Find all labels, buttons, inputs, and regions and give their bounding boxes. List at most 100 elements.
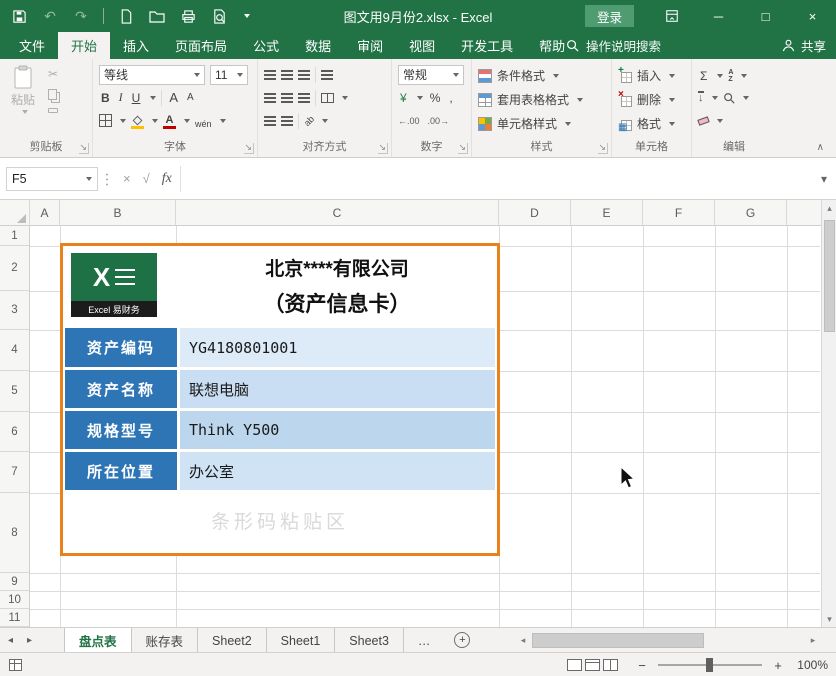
find-dropdown-icon[interactable]	[743, 96, 749, 100]
sheet-tab-sheet3[interactable]: Sheet3	[335, 628, 404, 653]
format-as-table-button[interactable]: 套用表格格式	[478, 89, 607, 110]
new-sheet-button[interactable]: +	[454, 632, 470, 648]
alignment-dialog-launcher-icon[interactable]: ↘	[378, 143, 388, 154]
font-dialog-launcher-icon[interactable]: ↘	[244, 143, 254, 154]
field-value[interactable]: 联想电脑	[180, 370, 495, 408]
tab-file[interactable]: 文件	[6, 32, 58, 59]
formula-bar-handle[interactable]	[104, 171, 109, 187]
share-button[interactable]: 共享	[782, 32, 826, 59]
underline-dropdown-icon[interactable]	[150, 96, 156, 100]
vertical-scrollbar[interactable]: ▴ ▾	[821, 200, 836, 627]
field-label[interactable]: 所在位置	[65, 452, 177, 490]
font-color-dropdown-icon[interactable]	[184, 119, 190, 123]
phonetic-dropdown-icon[interactable]	[220, 119, 226, 123]
row-header-2[interactable]: 2	[0, 246, 29, 291]
decrease-font-size-button[interactable]: A	[185, 92, 196, 103]
zoom-level[interactable]: 100%	[794, 658, 828, 672]
sheet-tab-overflow[interactable]: …	[404, 628, 445, 653]
zoom-slider-thumb[interactable]	[706, 658, 713, 672]
sheet-tab-pandianbiao[interactable]: 盘点表	[64, 628, 132, 653]
autosum-dropdown-icon[interactable]	[717, 74, 723, 78]
font-color-icon[interactable]: A	[163, 113, 176, 129]
row-header-5[interactable]: 5	[0, 371, 29, 412]
ribbon-display-options-icon[interactable]	[648, 0, 695, 32]
align-center-icon[interactable]	[281, 93, 293, 103]
sheet-tab-sheet2[interactable]: Sheet2	[198, 628, 267, 653]
field-value[interactable]: YG4180801001	[180, 328, 495, 367]
page-break-view-icon[interactable]	[603, 659, 618, 671]
merge-center-icon[interactable]	[321, 93, 334, 103]
increase-font-size-button[interactable]: A	[167, 90, 180, 105]
conditional-formatting-button[interactable]: 条件格式	[478, 65, 607, 86]
column-header-b[interactable]: B	[60, 200, 176, 226]
clear-dropdown-icon[interactable]	[717, 119, 723, 123]
row-header-11[interactable]: 11	[0, 609, 29, 627]
sheet-tab-zhangcunbiao[interactable]: 账存表	[132, 628, 199, 653]
sort-filter-icon[interactable]: AZ	[728, 69, 733, 83]
normal-view-icon[interactable]	[567, 659, 582, 671]
accounting-format-icon[interactable]: ¥	[398, 91, 409, 105]
minimize-button[interactable]: ─	[695, 0, 742, 32]
row-header-1[interactable]: 1	[0, 226, 29, 246]
sheet-tab-sheet1[interactable]: Sheet1	[267, 628, 336, 653]
row-header-7[interactable]: 7	[0, 452, 29, 493]
borders-icon[interactable]	[99, 114, 112, 127]
tab-review[interactable]: 审阅	[344, 32, 396, 59]
clear-icon[interactable]	[697, 116, 709, 125]
phonetic-guide-icon[interactable]: wén	[195, 113, 212, 129]
merge-dropdown-icon[interactable]	[342, 96, 348, 100]
tab-formulas[interactable]: 公式	[240, 32, 292, 59]
italic-button[interactable]: I	[117, 90, 125, 105]
name-box[interactable]: F5	[6, 167, 98, 191]
row-header-9[interactable]: 9	[0, 573, 29, 591]
borders-dropdown-icon[interactable]	[120, 119, 126, 123]
row-header-6[interactable]: 6	[0, 412, 29, 452]
macro-record-icon[interactable]	[9, 659, 22, 671]
fill-color-icon[interactable]	[131, 113, 144, 129]
autosum-button[interactable]: Σ	[698, 69, 709, 83]
close-button[interactable]: ×	[789, 0, 836, 32]
scroll-right-icon[interactable]: ▸	[806, 635, 820, 646]
cut-icon[interactable]: ✂	[48, 67, 58, 81]
paste-button[interactable]: 粘贴	[5, 65, 41, 114]
field-label[interactable]: 规格型号	[65, 411, 177, 449]
clipboard-dialog-launcher-icon[interactable]: ↘	[79, 143, 89, 154]
field-label[interactable]: 资产编码	[65, 328, 177, 367]
percent-style-button[interactable]: %	[428, 91, 443, 105]
align-middle-icon[interactable]	[281, 70, 293, 80]
zoom-out-button[interactable]: −	[636, 658, 648, 673]
accounting-dropdown-icon[interactable]	[417, 96, 423, 100]
sheet-nav-left-icon[interactable]: ◂	[8, 635, 13, 646]
decrease-decimal-button[interactable]: .00→	[428, 116, 450, 126]
tell-me-search[interactable]: 操作说明搜索	[566, 32, 661, 59]
format-painter-icon[interactable]	[48, 108, 58, 113]
column-header-e[interactable]: E	[571, 200, 643, 226]
align-right-icon[interactable]	[298, 93, 310, 103]
formula-input[interactable]	[181, 166, 812, 192]
scroll-left-icon[interactable]: ◂	[516, 635, 530, 646]
bold-button[interactable]: B	[99, 91, 112, 105]
font-name-select[interactable]: 等线	[99, 65, 205, 85]
column-header-a[interactable]: A	[30, 200, 60, 226]
scroll-down-icon[interactable]: ▾	[822, 611, 836, 627]
orientation-dropdown-icon[interactable]	[322, 119, 328, 123]
column-header-f[interactable]: F	[643, 200, 715, 226]
fill-dropdown-icon[interactable]	[712, 96, 718, 100]
fill-color-dropdown-icon[interactable]	[152, 119, 158, 123]
sign-in-button[interactable]: 登录	[585, 5, 634, 27]
horizontal-scrollbar[interactable]: ◂ ▸	[516, 631, 820, 650]
decrease-indent-icon[interactable]	[264, 116, 276, 126]
styles-dialog-launcher-icon[interactable]: ↘	[598, 143, 608, 154]
cell-styles-button[interactable]: 单元格样式	[478, 113, 607, 134]
delete-cells-button[interactable]: × 删除	[618, 89, 687, 110]
format-cells-button[interactable]: ▦ 格式	[618, 113, 687, 134]
field-label[interactable]: 资产名称	[65, 370, 177, 408]
number-dialog-launcher-icon[interactable]: ↘	[458, 143, 468, 154]
increase-decimal-button[interactable]: ←.00	[398, 116, 420, 126]
font-size-select[interactable]: 11	[210, 65, 248, 85]
horizontal-scroll-thumb[interactable]	[532, 633, 704, 648]
row-header-10[interactable]: 10	[0, 591, 29, 609]
column-header-c[interactable]: C	[176, 200, 499, 226]
tab-home[interactable]: 开始	[58, 32, 110, 59]
row-header-3[interactable]: 3	[0, 291, 29, 330]
